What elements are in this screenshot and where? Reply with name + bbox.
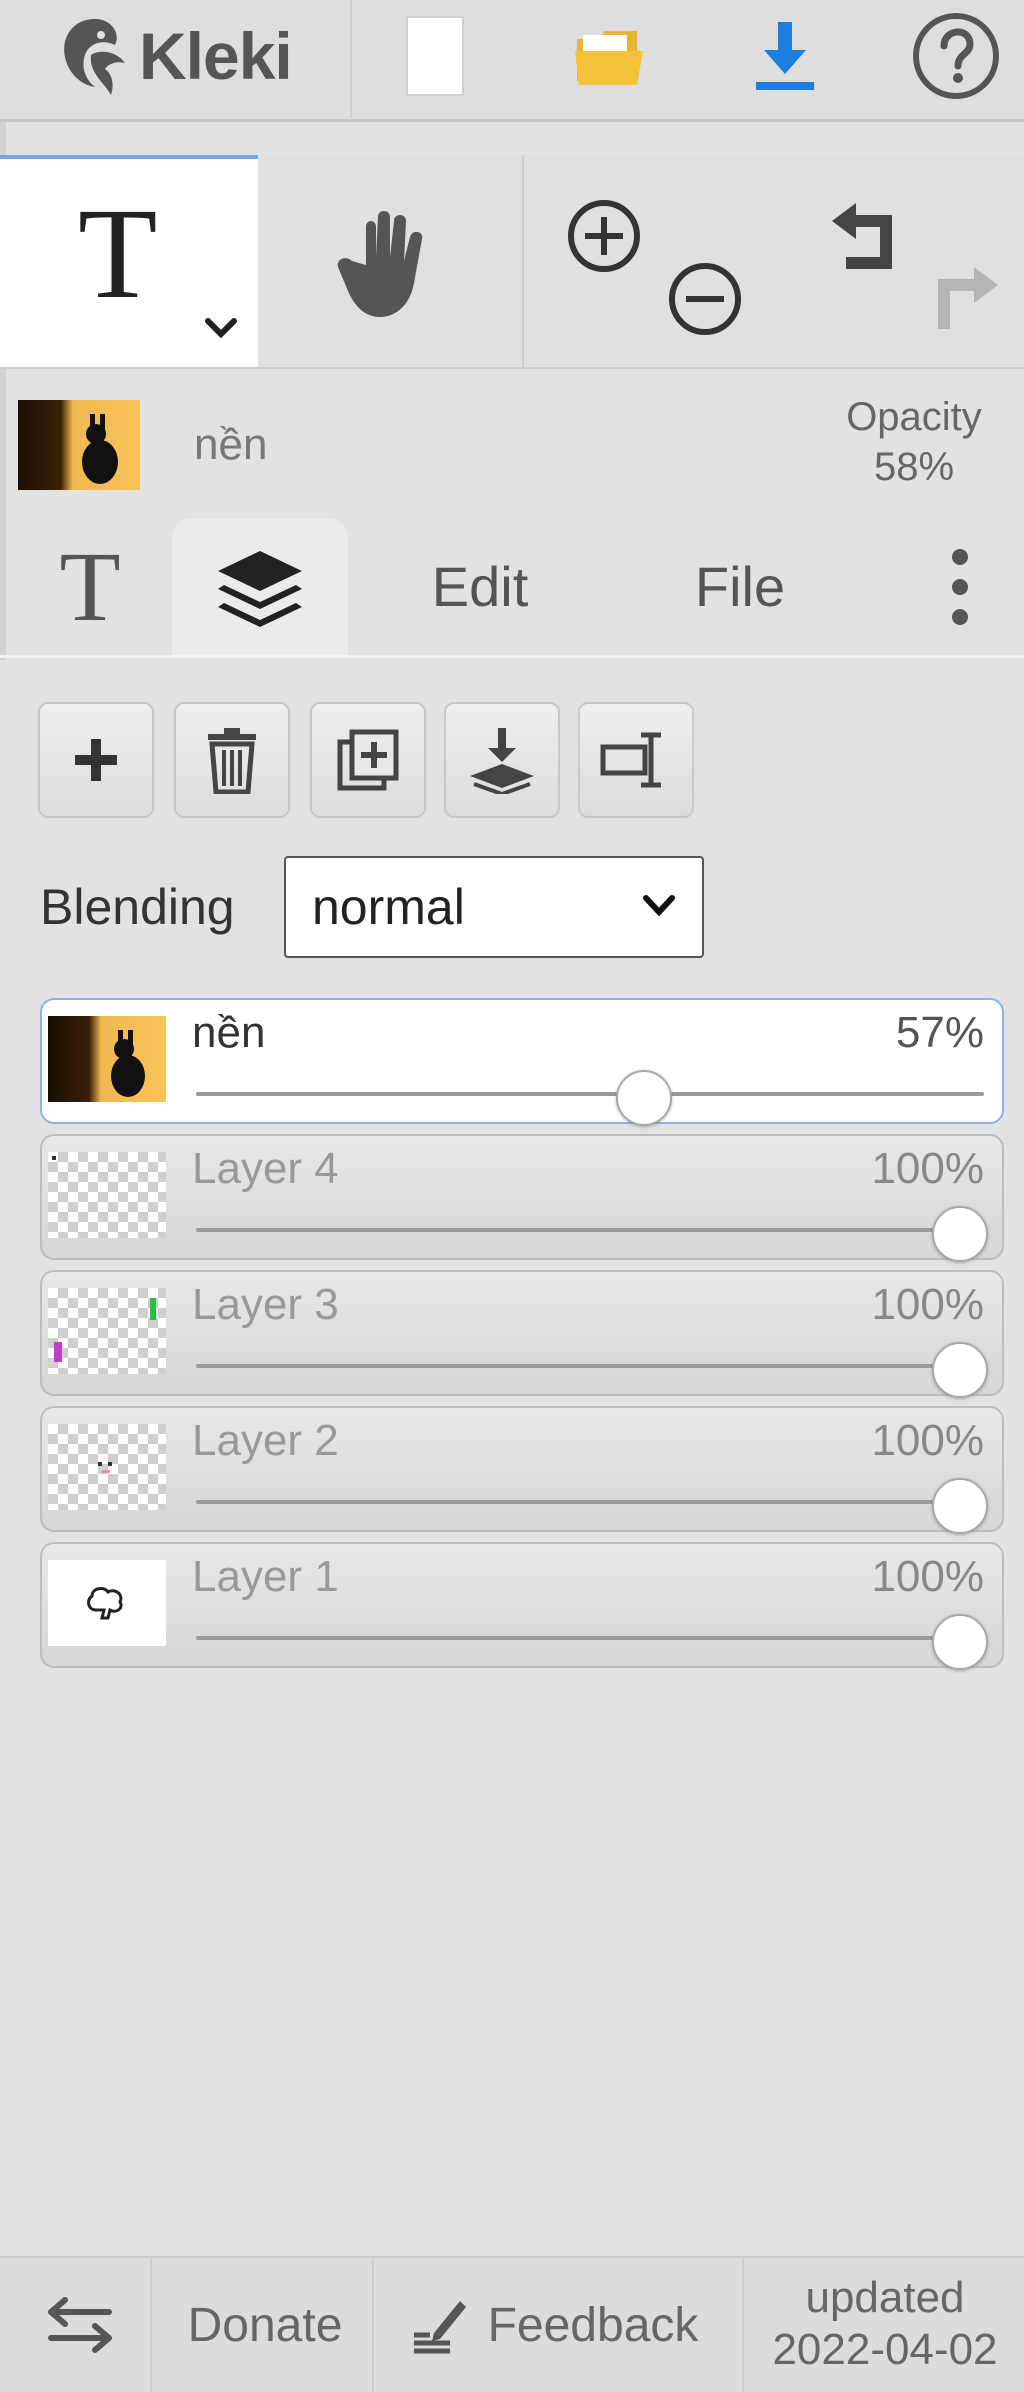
blending-select[interactable]: normal bbox=[284, 856, 704, 958]
opacity-slider-track[interactable] bbox=[196, 1364, 984, 1368]
layer-opacity-text: 100% bbox=[871, 1416, 984, 1465]
separator bbox=[350, 0, 352, 118]
chevron-down-icon[interactable] bbox=[204, 317, 238, 339]
layers-icon bbox=[218, 550, 302, 627]
layer-row[interactable]: nền 57% bbox=[40, 998, 1004, 1126]
footer-bar: Donate Feedback updated 2022-04-02 bbox=[0, 2256, 1024, 2392]
current-layer-name: nền bbox=[194, 420, 268, 469]
opacity-value: 58% bbox=[873, 445, 955, 489]
donate-button[interactable]: Donate bbox=[160, 2258, 370, 2392]
swap-sides-button[interactable] bbox=[20, 2258, 140, 2392]
download-icon bbox=[756, 22, 814, 90]
layer-row[interactable]: Layer 3 100% bbox=[40, 1270, 1004, 1398]
more-vertical-icon bbox=[952, 548, 968, 625]
tab-text[interactable]: T bbox=[20, 518, 160, 655]
layer-name: Layer 3 bbox=[192, 1280, 339, 1329]
merge-down-button[interactable] bbox=[444, 702, 560, 818]
tab-layers[interactable] bbox=[172, 518, 348, 655]
layer-thumbnail bbox=[48, 1152, 166, 1238]
top-bar: Kleki bbox=[0, 0, 1024, 122]
help-button[interactable] bbox=[910, 0, 1002, 112]
layer-opacity-text: 100% bbox=[871, 1144, 984, 1193]
layer-row[interactable]: Layer 2 100% bbox=[40, 1406, 1004, 1534]
feedback-label: Feedback bbox=[487, 2298, 699, 2352]
layer-row[interactable]: Layer 4 100% bbox=[40, 1134, 1004, 1262]
trash-icon bbox=[208, 728, 256, 794]
new-file-icon bbox=[406, 16, 464, 96]
layer-opacity-text: 100% bbox=[871, 1552, 984, 1601]
layer-thumbnail bbox=[48, 1016, 166, 1102]
open-file-button[interactable] bbox=[570, 0, 650, 112]
layer-thumbnail bbox=[48, 1424, 166, 1510]
separator bbox=[522, 155, 524, 367]
layer-name: nền bbox=[192, 1008, 266, 1057]
blending-value: normal bbox=[312, 879, 465, 935]
rename-layer-button[interactable] bbox=[578, 702, 694, 818]
help-icon bbox=[913, 13, 999, 99]
text-tool-icon: T bbox=[78, 182, 158, 326]
zoom-in-icon[interactable] bbox=[565, 197, 643, 275]
blending-label: Blending bbox=[40, 879, 235, 935]
layer-name: Layer 1 bbox=[192, 1552, 339, 1601]
layer-name: Layer 2 bbox=[192, 1416, 339, 1465]
new-image-button[interactable] bbox=[395, 0, 475, 112]
app-name: Kleki bbox=[139, 19, 293, 93]
separator bbox=[372, 2258, 374, 2392]
current-layer-info: nền Opacity 58% bbox=[0, 372, 1024, 518]
merge-down-icon bbox=[470, 728, 534, 794]
redo-icon[interactable] bbox=[928, 263, 1004, 335]
opacity-slider-knob[interactable] bbox=[932, 1206, 988, 1262]
hand-icon[interactable] bbox=[336, 205, 442, 325]
opacity-slider-track[interactable] bbox=[196, 1500, 984, 1504]
kleki-bird-icon bbox=[64, 19, 125, 95]
separator bbox=[742, 2258, 744, 2392]
layers-panel: Blending normal nền 57% Layer 4 100% Lay… bbox=[0, 660, 1024, 2256]
opacity-label: Opacity bbox=[846, 395, 982, 439]
more-options-button[interactable] bbox=[930, 518, 990, 655]
layer-row[interactable]: Layer 1 100% bbox=[40, 1542, 1004, 1670]
current-layer-thumbnail bbox=[18, 400, 140, 490]
download-button[interactable] bbox=[745, 0, 825, 112]
tab-file[interactable]: File bbox=[660, 518, 820, 655]
undo-icon[interactable] bbox=[826, 199, 902, 271]
folder-icon bbox=[575, 31, 643, 85]
swap-arrows-icon bbox=[48, 2297, 112, 2353]
updated-label: updated bbox=[805, 2273, 965, 2322]
rename-icon bbox=[600, 732, 661, 788]
current-layer-opacity: Opacity 58% bbox=[824, 392, 1004, 492]
opacity-slider-knob[interactable] bbox=[932, 1478, 988, 1534]
layer-thumbnail bbox=[48, 1560, 166, 1646]
plus-icon bbox=[75, 739, 117, 781]
panel-tabs: T Edit File bbox=[0, 518, 1024, 658]
duplicate-layer-button[interactable] bbox=[310, 702, 426, 818]
opacity-slider-track[interactable] bbox=[196, 1228, 984, 1232]
opacity-slider-knob[interactable] bbox=[932, 1342, 988, 1398]
separator bbox=[150, 2258, 152, 2392]
add-layer-button[interactable] bbox=[38, 702, 154, 818]
duplicate-icon bbox=[337, 729, 399, 791]
kleki-logo[interactable]: Kleki bbox=[55, 0, 293, 112]
delete-layer-button[interactable] bbox=[174, 702, 290, 818]
layer-thumbnail bbox=[48, 1288, 166, 1374]
zoom-out-icon[interactable] bbox=[666, 260, 744, 338]
feedback-button[interactable]: Feedback bbox=[384, 2258, 724, 2392]
opacity-slider-track[interactable] bbox=[196, 1636, 984, 1640]
opacity-slider-track[interactable] bbox=[196, 1092, 984, 1096]
updated-info: updated 2022-04-02 bbox=[760, 2272, 1010, 2376]
layer-opacity-text: 100% bbox=[871, 1280, 984, 1329]
pencil-icon bbox=[413, 2301, 466, 2354]
tab-edit[interactable]: Edit bbox=[395, 518, 565, 655]
tool-row: T bbox=[0, 155, 1024, 369]
chevron-down-icon bbox=[643, 895, 675, 917]
layer-name: Layer 4 bbox=[192, 1144, 339, 1193]
opacity-slider-knob[interactable] bbox=[932, 1614, 988, 1670]
opacity-slider-knob[interactable] bbox=[615, 1070, 672, 1126]
updated-date: 2022-04-02 bbox=[772, 2325, 998, 2374]
layer-opacity-text: 57% bbox=[895, 1008, 984, 1057]
text-tool-button[interactable]: T bbox=[0, 155, 258, 367]
